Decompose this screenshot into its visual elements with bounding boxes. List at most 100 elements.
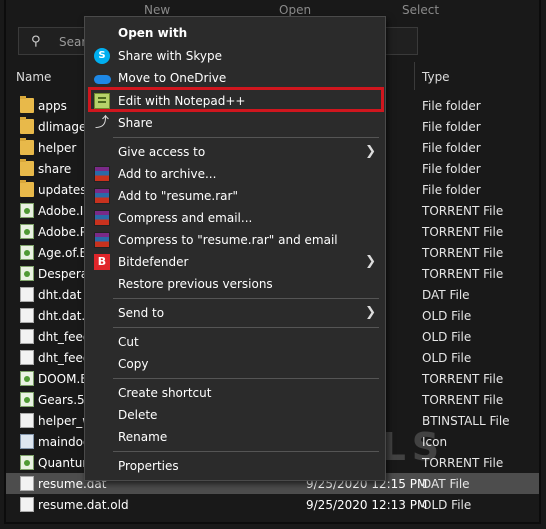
menu-separator xyxy=(113,327,379,328)
file-type: DAT File xyxy=(422,477,470,491)
file-name: dht_feed xyxy=(38,351,91,365)
file-name: DOOM.E xyxy=(38,372,88,386)
menu-item-create-shortcut[interactable]: Create shortcut xyxy=(85,382,385,404)
file-type: TORRENT File xyxy=(422,393,504,407)
file-name: Quantur xyxy=(38,456,88,470)
menu-label: Share xyxy=(118,116,153,130)
menu-separator xyxy=(113,378,379,379)
menu-item-give-access[interactable]: Give access to ❯ xyxy=(85,141,385,163)
file-name: apps xyxy=(38,99,67,113)
menu-item-share[interactable]: ⤴ Share xyxy=(85,112,385,134)
menu-label: Cut xyxy=(118,335,139,349)
menu-separator xyxy=(113,137,379,138)
menu-label: Send to xyxy=(118,306,165,320)
menu-label: Properties xyxy=(118,459,179,473)
menu-label: Restore previous versions xyxy=(118,277,273,291)
menu-item-copy[interactable]: Copy xyxy=(85,353,385,375)
onedrive-icon xyxy=(94,70,111,86)
menu-item-add-archive[interactable]: Add to archive... xyxy=(85,163,385,185)
file-name: share xyxy=(38,162,72,176)
context-menu: Open with S Share with Skype Move to One… xyxy=(84,16,386,481)
file-type: OLD File xyxy=(422,330,472,344)
menu-label: Give access to xyxy=(118,145,206,159)
skype-icon: S xyxy=(94,48,110,64)
file-name: Adobe.P xyxy=(38,225,88,239)
file-name: maindoo xyxy=(38,435,91,449)
document-icon xyxy=(20,476,34,491)
torrent-file-icon xyxy=(20,224,34,239)
ribbon-select-label[interactable]: Select xyxy=(402,3,439,17)
menu-item-delete[interactable]: Delete xyxy=(85,404,385,426)
ribbon-open-label[interactable]: Open xyxy=(279,3,311,17)
column-header-type[interactable]: Type xyxy=(422,70,450,84)
chevron-right-icon: ❯ xyxy=(365,144,376,159)
file-type: OLD File xyxy=(422,498,472,512)
file-name: resume.dat.old xyxy=(38,498,129,512)
document-icon xyxy=(20,497,34,512)
file-name: updates xyxy=(38,183,87,197)
file-type: File folder xyxy=(422,141,481,155)
menu-item-restore-versions[interactable]: Restore previous versions xyxy=(85,273,385,295)
ribbon-new-label[interactable]: New xyxy=(144,3,170,17)
menu-item-open-with[interactable]: Open with xyxy=(85,22,385,44)
torrent-file-icon xyxy=(20,371,34,386)
menu-item-rename[interactable]: Rename xyxy=(85,426,385,448)
menu-item-send-to[interactable]: Send to ❯ xyxy=(85,302,385,324)
file-type: TORRENT File xyxy=(422,267,504,281)
folder-icon xyxy=(20,138,34,155)
file-name: Age.of.E xyxy=(38,246,88,260)
search-placeholder: Sear xyxy=(59,35,87,49)
file-type: File folder xyxy=(422,162,481,176)
menu-item-compress-email[interactable]: Compress and email... xyxy=(85,207,385,229)
file-type: OLD File xyxy=(422,351,472,365)
document-icon xyxy=(20,413,34,428)
winrar-icon xyxy=(94,232,110,248)
column-header-name[interactable]: Name xyxy=(16,70,51,84)
menu-item-share-skype[interactable]: S Share with Skype xyxy=(85,45,385,67)
document-icon xyxy=(20,287,34,302)
document-icon xyxy=(20,329,34,344)
file-row[interactable]: resume.dat.old 9/25/2020 12:13 PM OLD File xyxy=(6,494,539,515)
search-icon: ⚲ xyxy=(31,34,41,49)
file-type: File folder xyxy=(422,183,481,197)
menu-item-move-onedrive[interactable]: Move to OneDrive xyxy=(85,67,385,89)
chevron-right-icon: ❯ xyxy=(365,254,376,269)
torrent-file-icon xyxy=(20,455,34,470)
file-date-modified: 9/25/2020 12:13 PM xyxy=(306,498,428,512)
column-divider[interactable] xyxy=(414,62,415,90)
menu-label: Add to archive... xyxy=(118,167,217,181)
menu-item-compress-resume-email[interactable]: Compress to "resume.rar" and email xyxy=(85,229,385,251)
menu-item-add-resume-rar[interactable]: Add to "resume.rar" xyxy=(85,185,385,207)
menu-label: Rename xyxy=(118,430,168,444)
menu-label: Create shortcut xyxy=(118,386,212,400)
torrent-file-icon xyxy=(20,392,34,407)
menu-item-bitdefender[interactable]: B Bitdefender ❯ xyxy=(85,251,385,273)
file-type: TORRENT File xyxy=(422,225,504,239)
file-name: Gears.5- xyxy=(38,393,89,407)
menu-label: Compress and email... xyxy=(118,211,253,225)
menu-label: Delete xyxy=(118,408,158,422)
file-type: TORRENT File xyxy=(422,246,504,260)
menu-item-properties[interactable]: Properties xyxy=(85,455,385,477)
file-type: File folder xyxy=(422,99,481,113)
torrent-file-icon xyxy=(20,245,34,260)
menu-label: Copy xyxy=(118,357,149,371)
folder-icon xyxy=(20,117,34,134)
menu-label: Open with xyxy=(118,26,188,40)
file-name: dht_feed xyxy=(38,330,91,344)
notepad-highlight-annotation xyxy=(88,87,384,112)
menu-separator xyxy=(113,298,379,299)
icon-file-icon xyxy=(20,434,34,449)
torrent-file-icon xyxy=(20,203,34,218)
folder-icon xyxy=(20,96,34,113)
menu-label: Add to "resume.rar" xyxy=(118,189,238,203)
file-name: Adobe.Il xyxy=(38,204,87,218)
file-type: TORRENT File xyxy=(422,372,504,386)
file-name: dht.dat xyxy=(38,288,82,302)
chevron-right-icon: ❯ xyxy=(365,305,376,320)
menu-item-cut[interactable]: Cut xyxy=(85,331,385,353)
winrar-icon xyxy=(94,210,110,226)
file-type: DAT File xyxy=(422,288,470,302)
file-name: helper xyxy=(38,141,77,155)
menu-label: Share with Skype xyxy=(118,49,222,63)
